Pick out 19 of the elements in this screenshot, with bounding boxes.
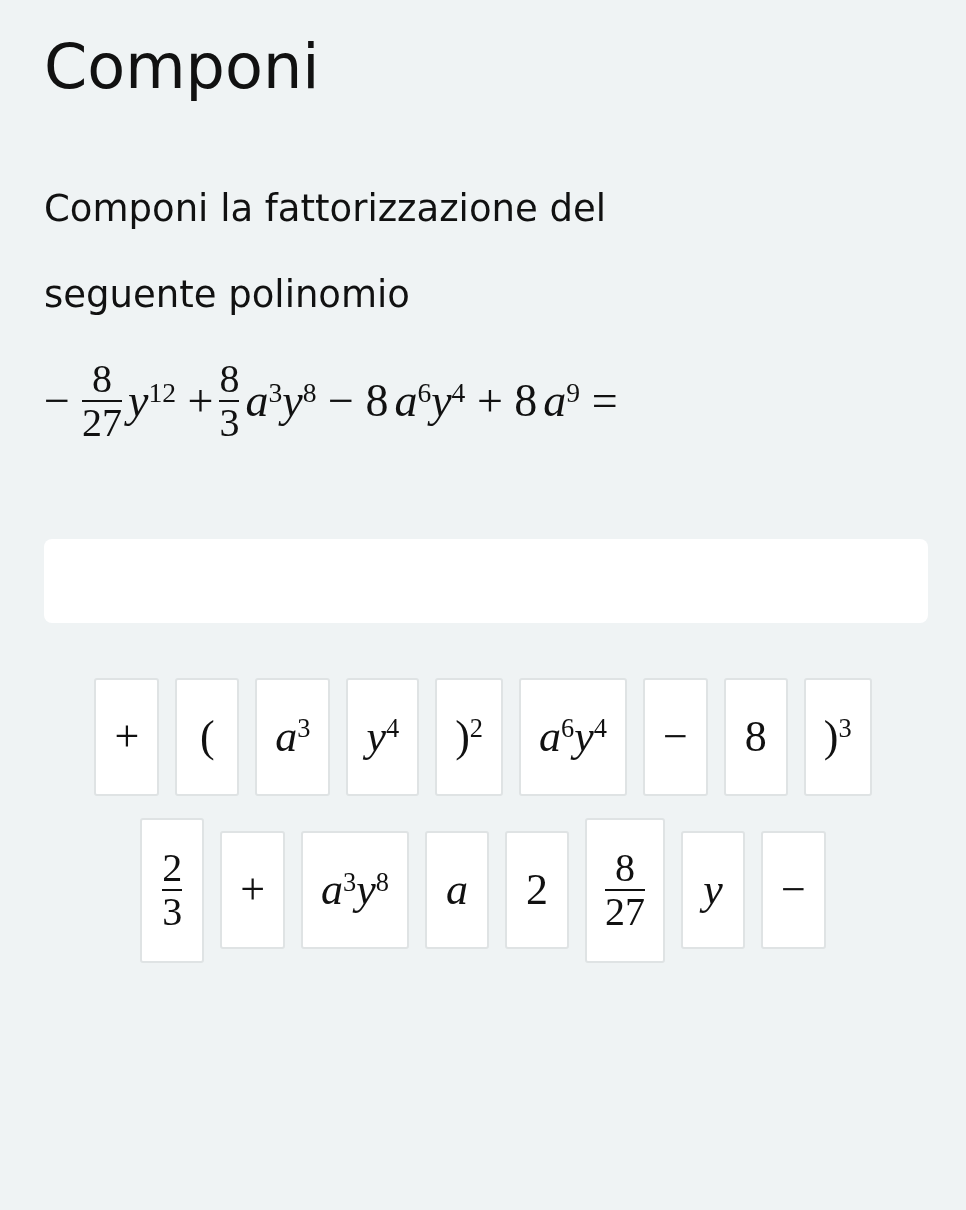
answer-tile[interactable]: a$^{6}$y$^{4}$ <box>519 677 627 796</box>
page-title: Componi <box>44 29 321 105</box>
answer-tile[interactable]: a$^{3}$y$^{8}$ <box>301 831 409 949</box>
answer-tile[interactable]: − <box>642 677 708 796</box>
answer-tile[interactable]: a$^{3}$ <box>255 677 331 796</box>
answer-tile[interactable]: y <box>680 831 745 949</box>
answer-tile[interactable]: )$^{2}$ <box>435 677 503 796</box>
answer-tile[interactable]: + <box>94 677 160 796</box>
answer-tile[interactable]: 8 27 <box>584 817 665 963</box>
answer-tile[interactable]: 2 <box>504 831 569 949</box>
answer-tile[interactable]: y$^{4}$ <box>346 677 420 796</box>
answer-tile[interactable]: + <box>220 831 286 949</box>
answer-tile[interactable]: a <box>424 831 489 949</box>
answer-tile[interactable]: 8 <box>723 677 788 796</box>
instruction-text: Componi la fattorizzazione del seguente polinomio <box>44 185 608 318</box>
answer-tile[interactable]: ( <box>175 677 240 796</box>
answer-tile[interactable]: 2 3 <box>140 817 205 963</box>
answer-tile[interactable]: )$^{3}$ <box>803 677 872 796</box>
answer-tile[interactable]: − <box>760 831 826 949</box>
